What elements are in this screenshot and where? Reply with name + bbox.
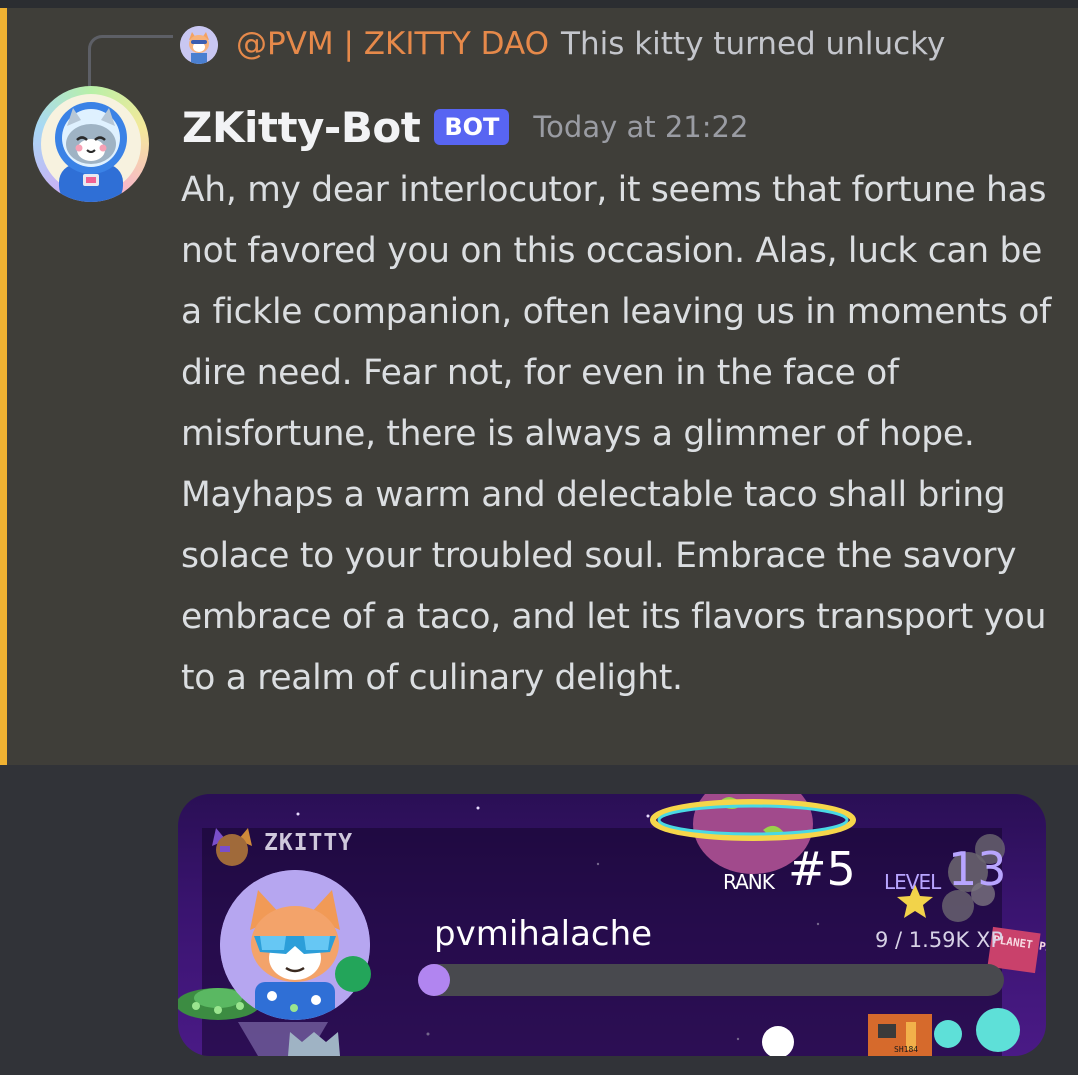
card-avatar bbox=[220, 870, 370, 1020]
author-avatar[interactable] bbox=[33, 86, 149, 202]
card-username: pvmihalache bbox=[434, 914, 653, 954]
rank-value: #5 bbox=[788, 842, 856, 896]
reply-avatar-icon[interactable] bbox=[180, 26, 218, 64]
brand-wordmark: ZKITTY bbox=[264, 830, 354, 856]
xp-progress-fill bbox=[418, 964, 450, 996]
xp-text: 9 / 1.59K XP bbox=[875, 928, 1004, 952]
level-value: 13 bbox=[948, 842, 1007, 896]
top-strip bbox=[0, 0, 1078, 8]
message-container[interactable]: @PVM | ZKITTY DAO This kitty turned unlu… bbox=[0, 8, 1078, 765]
message-header: ZKitty-Bot BOT Today at 21:22 bbox=[182, 94, 748, 160]
level-label: LEVEL bbox=[884, 870, 941, 894]
status-online-indicator bbox=[335, 956, 371, 992]
rank-label: RANK bbox=[723, 870, 775, 894]
message-timestamp[interactable]: Today at 21:22 bbox=[533, 110, 748, 144]
reply-preview[interactable]: @PVM | ZKITTY DAO This kitty turned unlu… bbox=[236, 22, 945, 66]
reply-connector bbox=[88, 35, 173, 94]
rank-card-image[interactable]: PLANET PAWS SH184 ZKITTY pvmihalache RAN… bbox=[178, 794, 1046, 1056]
bot-badge: BOT bbox=[434, 109, 510, 145]
author-name[interactable]: ZKitty-Bot bbox=[182, 103, 421, 152]
xp-progress-bar bbox=[418, 964, 1004, 996]
ship-text: SH184 bbox=[894, 1045, 918, 1054]
mention-highlight-bar bbox=[0, 8, 7, 765]
reply-mention[interactable]: @PVM | ZKITTY DAO bbox=[236, 26, 549, 62]
cat-avatar-icon bbox=[220, 870, 370, 1020]
message-content: Ah, my dear interlocutor, it seems that … bbox=[181, 170, 1051, 698]
reply-text[interactable]: This kitty turned unlucky bbox=[561, 26, 945, 62]
spaceship-icon: SH184 bbox=[762, 1008, 1020, 1056]
cat-avatar-icon bbox=[41, 94, 141, 202]
zkitty-logo-icon bbox=[212, 828, 252, 866]
